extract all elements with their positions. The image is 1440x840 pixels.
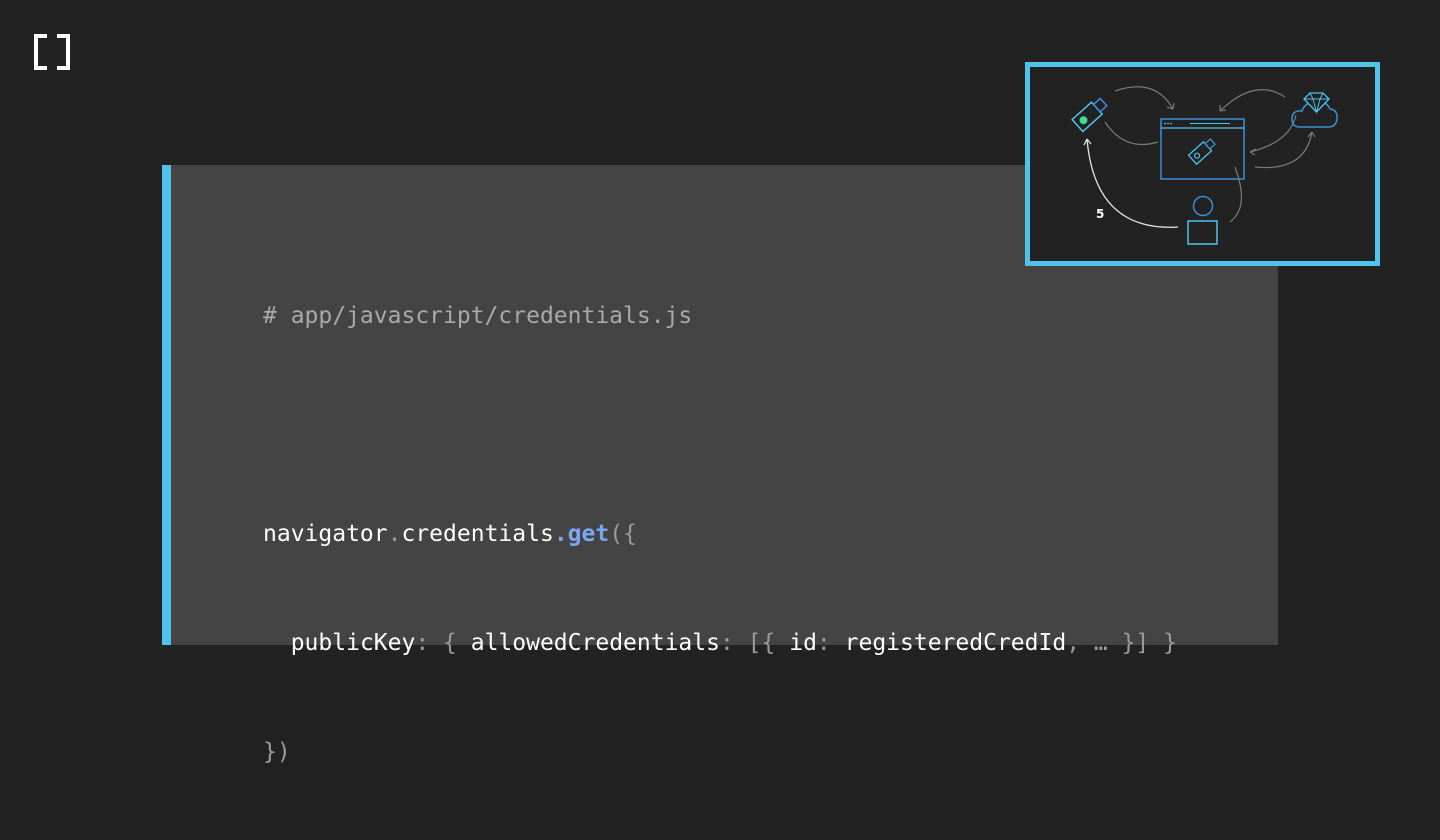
code-token-dot: . xyxy=(387,521,402,547)
code-token-object: navigator xyxy=(263,521,388,547)
code-token-open: ({ xyxy=(609,521,637,547)
code-token-key: publicKey xyxy=(290,630,416,656)
code-token-key: allowedCredentials xyxy=(470,630,720,656)
code-token-punct: : { xyxy=(415,630,471,656)
code-line-2: publicKey: { allowedCredentials: [{ id: … xyxy=(263,622,1177,679)
code-block: # app/javascript/credentials.js navigato… xyxy=(263,243,1177,840)
code-line-1: navigator.credentials.get({ xyxy=(263,513,1177,570)
code-token-punct: , … }] } xyxy=(1066,630,1177,656)
user-icon xyxy=(1187,195,1218,245)
cloud-gem-icon xyxy=(1291,92,1338,128)
code-token-punct: : xyxy=(816,630,845,656)
code-line-3: }) xyxy=(263,739,291,765)
code-token-punct: : [{ xyxy=(719,630,790,656)
code-token-property: credentials xyxy=(401,521,554,547)
code-token-key: id xyxy=(789,630,817,656)
security-key-icon xyxy=(1071,97,1108,133)
diagram-thumbnail: 5 xyxy=(1025,62,1380,266)
code-token-value: registeredCredId xyxy=(844,630,1067,656)
code-token-method: get xyxy=(567,521,610,547)
flow-arrows xyxy=(1104,86,1316,223)
code-comment: # app/javascript/credentials.js xyxy=(263,303,693,329)
code-token-dot: . xyxy=(553,521,568,547)
step-number-label: 5 xyxy=(1096,207,1104,221)
browser-window-icon xyxy=(1160,118,1245,180)
bracket-logo-icon xyxy=(34,34,70,70)
